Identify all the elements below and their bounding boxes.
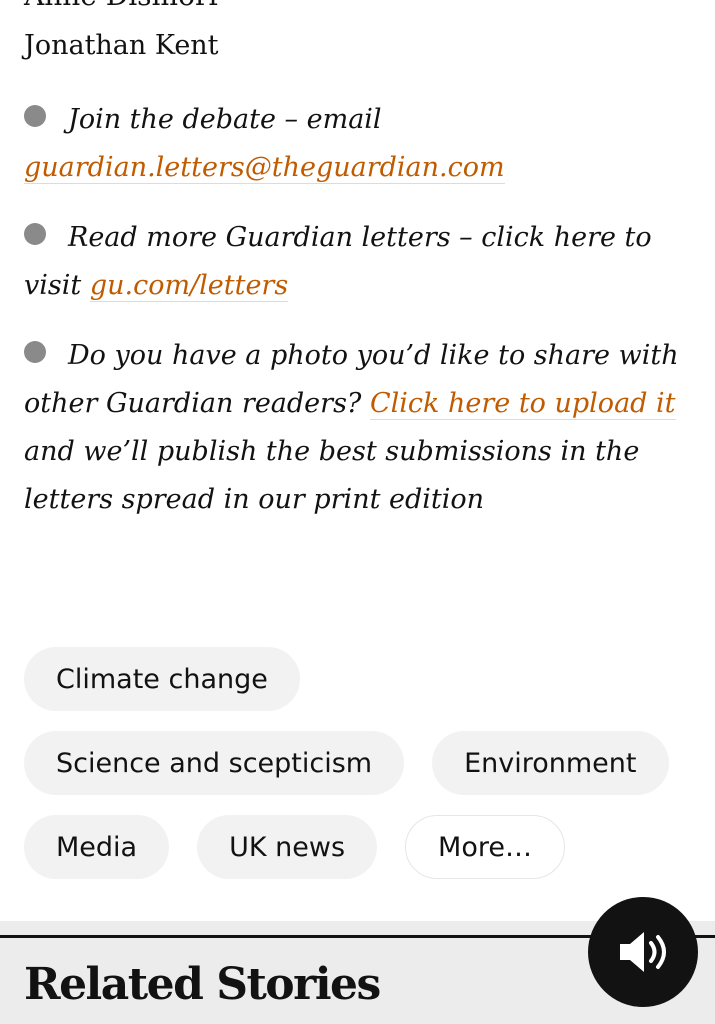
bullet-icon (24, 341, 46, 363)
related-stories-heading: Related Stories (24, 959, 381, 1010)
upload-link[interactable]: Click here to upload it (369, 388, 676, 420)
letters-footer-notes: Join the debate – email guardian.letters… (24, 96, 694, 546)
email-link[interactable]: guardian.letters@theguardian.com (24, 152, 505, 184)
tag-uk-news[interactable]: UK news (197, 815, 378, 879)
bullet-icon (24, 105, 46, 127)
author-name-cut-off: Anne Dismorr (24, 0, 222, 10)
author-name: Jonathan Kent (24, 30, 219, 61)
tag-science-and-scepticism[interactable]: Science and scepticism (24, 731, 405, 795)
read-more-note: Read more Guardian letters – click here … (24, 222, 652, 302)
photo-upload-note: Do you have a photo you’d like to share … (24, 340, 679, 515)
tag-more-button[interactable]: More… (405, 815, 565, 879)
tag-environment[interactable]: Environment (432, 731, 669, 795)
letters-link[interactable]: gu.com/letters (89, 270, 289, 302)
join-debate-note: Join the debate – email guardian.letters… (24, 104, 505, 184)
tag-media[interactable]: Media (24, 815, 170, 879)
tag-climate-change[interactable]: Climate change (24, 647, 300, 711)
speaker-icon (620, 932, 666, 972)
topic-tags: Climate change Science and scepticism En… (24, 647, 704, 899)
bullet-icon (24, 223, 46, 245)
audio-button[interactable] (588, 897, 698, 1007)
